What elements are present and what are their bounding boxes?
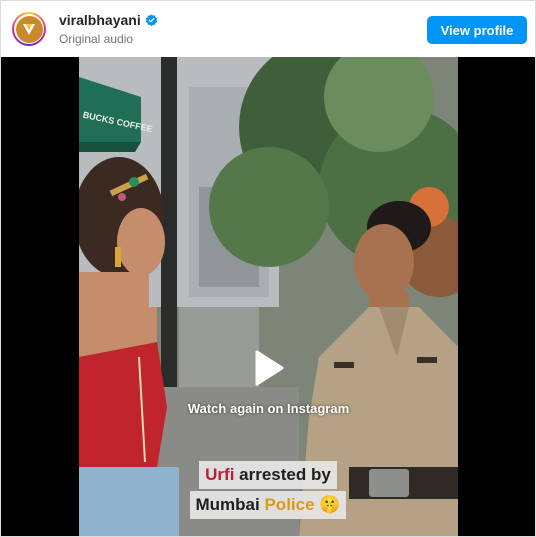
media-container: BUCKS COFFEE Watch again on Instagram Ur… — [1, 57, 535, 536]
play-icon[interactable] — [249, 349, 287, 387]
audio-label[interactable]: Original audio — [59, 31, 158, 47]
watch-again-link[interactable]: Watch again on Instagram — [79, 401, 458, 416]
post-header: viralbhayani Original audio View profile — [1, 1, 535, 57]
viralbhayani-logo-icon — [15, 15, 43, 43]
video-caption: Urfi arrested by Mumbai Police 🤫 — [179, 460, 357, 520]
instagram-embed: viralbhayani Original audio View profile — [0, 0, 536, 537]
caption-line-1: Urfi arrested by — [199, 461, 337, 489]
playback-overlay: Watch again on Instagram Urfi arrested b… — [79, 57, 458, 536]
username-link[interactable]: viralbhayani — [59, 12, 141, 29]
avatar[interactable] — [12, 12, 46, 46]
video-frame[interactable]: BUCKS COFFEE Watch again on Instagram Ur… — [79, 57, 458, 536]
shush-emoji-icon: 🤫 — [319, 495, 341, 514]
user-info: viralbhayani Original audio — [59, 12, 158, 47]
verified-badge-icon — [145, 14, 157, 26]
caption-line-2: Mumbai Police 🤫 — [189, 491, 347, 519]
view-profile-button[interactable]: View profile — [427, 16, 527, 44]
